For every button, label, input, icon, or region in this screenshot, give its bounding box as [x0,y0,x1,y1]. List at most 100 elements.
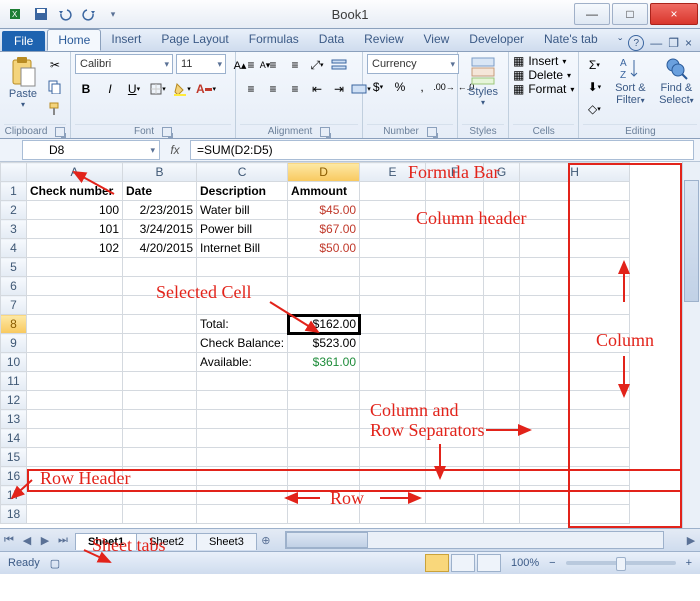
cell-D8[interactable]: $162.00 [288,315,360,334]
zoom-in-button[interactable]: + [686,557,692,569]
row-header-12[interactable]: 12 [1,391,27,410]
alignment-launcher-icon[interactable] [320,127,330,137]
cell-E1[interactable] [360,182,426,201]
percent-format-icon[interactable]: % [389,76,411,98]
comma-format-icon[interactable]: , [411,76,433,98]
insert-cells-button[interactable]: Insert [528,54,558,68]
cell-E2[interactable] [360,201,426,220]
row-header-9[interactable]: 9 [1,334,27,353]
tab-review[interactable]: Review [354,29,413,51]
tab-nate-s-tab[interactable]: Nate's tab [534,29,608,51]
zoom-level[interactable]: 100% [511,557,539,569]
cell-E7[interactable] [360,296,426,315]
mdi-restore-icon[interactable]: ❐ [668,36,679,50]
cell-F13[interactable] [426,410,484,429]
cell-H17[interactable] [520,486,630,505]
column-header-A[interactable]: A [27,163,123,182]
format-painter-icon[interactable] [44,98,66,120]
column-header-C[interactable]: C [197,163,288,182]
paste-button[interactable]: Paste▾ [4,54,42,109]
cell-F1[interactable] [426,182,484,201]
cell-D3[interactable]: $67.00 [288,220,360,239]
cell-E14[interactable] [360,429,426,448]
row-header-11[interactable]: 11 [1,372,27,391]
cell-E18[interactable] [360,505,426,524]
cell-H18[interactable] [520,505,630,524]
font-launcher-icon[interactable] [162,127,172,137]
cell-C12[interactable] [197,391,288,410]
cell-B2[interactable]: 2/23/2015 [123,201,197,220]
cell-D4[interactable]: $50.00 [288,239,360,258]
cell-G5[interactable] [484,258,520,277]
cell-H1[interactable] [520,182,630,201]
insert-cells-icon[interactable]: ▦ [513,54,524,68]
cut-icon[interactable]: ✂ [44,54,66,76]
cell-F17[interactable] [426,486,484,505]
vertical-scrollbar[interactable] [682,162,700,528]
cell-C9[interactable]: Check Balance: [197,334,288,353]
scrollbar-thumb[interactable] [286,532,368,548]
decrease-indent-icon[interactable]: ⇤ [306,78,328,100]
cell-F12[interactable] [426,391,484,410]
cell-C10[interactable]: Available: [197,353,288,372]
cell-B17[interactable] [123,486,197,505]
cell-A14[interactable] [27,429,123,448]
increase-indent-icon[interactable]: ⇥ [328,78,350,100]
font-color-icon[interactable]: A▾ [195,78,217,100]
align-bottom-icon[interactable]: ≡ [284,54,306,76]
cell-B7[interactable] [123,296,197,315]
cell-E9[interactable] [360,334,426,353]
cell-B10[interactable] [123,353,197,372]
clipboard-launcher-icon[interactable] [55,127,65,137]
cell-F10[interactable] [426,353,484,372]
cell-D13[interactable] [288,410,360,429]
save-icon[interactable] [30,3,52,25]
cell-H11[interactable] [520,372,630,391]
increase-decimal-icon[interactable]: .00→ [433,76,455,98]
cell-A11[interactable] [27,372,123,391]
tab-nav-next-icon[interactable]: ▶ [36,534,54,547]
row-header-3[interactable]: 3 [1,220,27,239]
cell-D1[interactable]: Ammount [288,182,360,201]
cell-F7[interactable] [426,296,484,315]
select-all-corner[interactable] [1,163,27,182]
sort-filter-button[interactable]: AZ Sort & Filter▾ [609,54,651,106]
font-size-select[interactable]: 11 [176,54,226,74]
cell-G3[interactable] [484,220,520,239]
cell-G16[interactable] [484,467,520,486]
name-box[interactable]: D8 [22,140,160,160]
row-header-5[interactable]: 5 [1,258,27,277]
cell-G17[interactable] [484,486,520,505]
row-header-2[interactable]: 2 [1,201,27,220]
row-header-1[interactable]: 1 [1,182,27,201]
cell-E17[interactable] [360,486,426,505]
cell-F18[interactable] [426,505,484,524]
cell-E3[interactable] [360,220,426,239]
cell-B1[interactable]: Date [123,182,197,201]
cell-H10[interactable] [520,353,630,372]
cell-C14[interactable] [197,429,288,448]
cell-B8[interactable] [123,315,197,334]
tab-formulas[interactable]: Formulas [239,29,309,51]
sheet-tab-sheet3[interactable]: Sheet3 [196,533,257,550]
cell-A1[interactable]: Check number [27,182,123,201]
cell-F3[interactable] [426,220,484,239]
cell-C1[interactable]: Description [197,182,288,201]
cell-E11[interactable] [360,372,426,391]
cell-H15[interactable] [520,448,630,467]
format-cells-icon[interactable]: ▦ [513,82,524,96]
zoom-out-button[interactable]: − [549,557,555,569]
row-header-7[interactable]: 7 [1,296,27,315]
column-header-D[interactable]: D [288,163,360,182]
cell-D11[interactable] [288,372,360,391]
cell-B16[interactable] [123,467,197,486]
fx-icon[interactable]: fx [160,143,190,157]
column-header-G[interactable]: G [484,163,520,182]
cell-C11[interactable] [197,372,288,391]
formula-bar[interactable]: =SUM(D2:D5) [190,140,694,160]
row-header-10[interactable]: 10 [1,353,27,372]
cell-E4[interactable] [360,239,426,258]
cell-G8[interactable] [484,315,520,334]
cell-G2[interactable] [484,201,520,220]
cell-E12[interactable] [360,391,426,410]
